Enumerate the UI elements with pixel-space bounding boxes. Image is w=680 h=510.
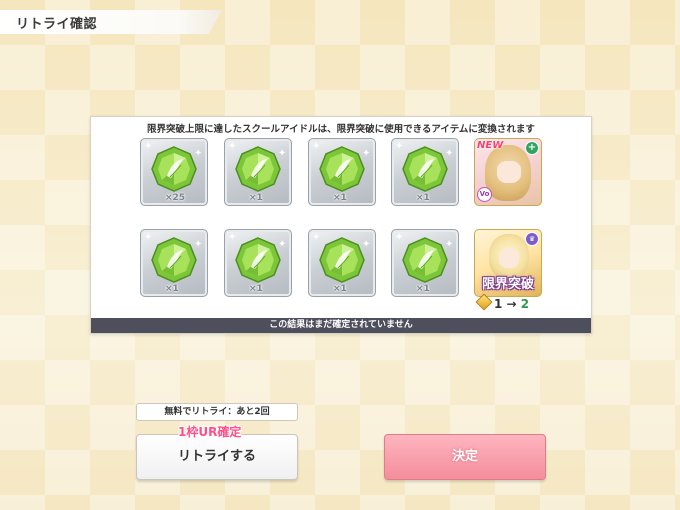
arrow-icon: → bbox=[506, 297, 517, 311]
limit-to: 2 bbox=[520, 297, 530, 311]
idol-face bbox=[499, 248, 519, 268]
green-crystal-icon bbox=[151, 146, 197, 192]
green-crystal-icon bbox=[402, 237, 448, 283]
crystal-item[interactable]: ✦ ✦ ×1 bbox=[140, 229, 208, 297]
green-crystal-icon bbox=[402, 146, 448, 192]
crown-icon: ♛ bbox=[525, 232, 539, 246]
limit-break-card[interactable]: ♛ 限界突破 bbox=[474, 229, 542, 297]
item-quantity: ×25 bbox=[165, 193, 186, 203]
green-crystal-icon bbox=[151, 237, 197, 283]
new-idol-card[interactable]: NEW + Vo bbox=[474, 138, 542, 206]
panel-footer: この結果はまだ確定されていません bbox=[91, 318, 591, 333]
item-quantity: ×1 bbox=[333, 284, 347, 294]
limit-from: 1 bbox=[494, 297, 503, 311]
limit-break-change: 1 → 2 bbox=[475, 293, 530, 311]
limit-break-label: 限界突破 bbox=[481, 277, 534, 292]
crystal-item[interactable]: ✦ ✦ ×1 bbox=[224, 138, 292, 206]
plus-icon: + bbox=[525, 141, 539, 155]
retry-button[interactable]: リトライする bbox=[136, 434, 298, 480]
item-quantity: ×1 bbox=[249, 284, 263, 294]
new-badge: NEW bbox=[477, 140, 504, 151]
crystal-item[interactable]: ✦ ✦ ×1 bbox=[391, 138, 459, 206]
diamond-icon bbox=[475, 293, 493, 311]
free-retry-count: 無料でリトライ：あと2回 bbox=[136, 403, 298, 421]
item-quantity: ×1 bbox=[416, 284, 430, 294]
item-quantity: ×1 bbox=[416, 193, 430, 203]
green-crystal-icon bbox=[235, 237, 281, 283]
green-crystal-icon bbox=[235, 146, 281, 192]
crystal-item[interactable]: ✦ ✦ ×1 bbox=[308, 229, 376, 297]
ur-guarantee-label: 1枠UR確定 bbox=[178, 425, 242, 439]
item-quantity: ×1 bbox=[165, 284, 179, 294]
green-crystal-icon bbox=[319, 237, 365, 283]
page-title: リトライ確認 bbox=[16, 17, 98, 32]
crystal-item[interactable]: ✦ ✦ ×25 bbox=[140, 138, 208, 206]
item-quantity: ×1 bbox=[333, 193, 347, 203]
idol-face bbox=[497, 161, 521, 183]
item-quantity: ×1 bbox=[249, 193, 263, 203]
decide-button[interactable]: 決定 bbox=[384, 434, 546, 480]
crystal-item[interactable]: ✦ ✦ ×1 bbox=[308, 138, 376, 206]
panel-header: 限界突破上限に達したスクールアイドルは、限界突破に使用できるアイテムに変換されま… bbox=[147, 124, 535, 135]
green-crystal-icon bbox=[319, 146, 365, 192]
crystal-item[interactable]: ✦ ✦ ×1 bbox=[224, 229, 292, 297]
crystal-item[interactable]: ✦ ✦ ×1 bbox=[391, 229, 459, 297]
vo-attribute-icon: Vo bbox=[477, 187, 492, 202]
